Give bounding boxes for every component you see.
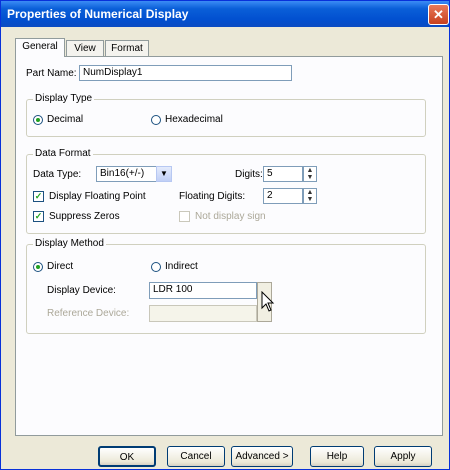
display-method-group: Display Method Direct Indirect Display D… <box>26 238 426 334</box>
hexadecimal-label: Hexadecimal <box>165 114 223 125</box>
help-button-label: Help <box>326 451 348 462</box>
tab-general-label: General <box>22 41 58 52</box>
display-device-input[interactable]: LDR 100 <box>149 282 257 299</box>
display-type-legend: Display Type <box>33 93 95 104</box>
decimal-radio[interactable] <box>33 115 43 125</box>
properties-dialog: Properties of Numerical Display ✕ Genera… <box>0 0 450 470</box>
digits-value: 5 <box>267 168 273 179</box>
digits-spin-arrows-icon[interactable]: ▲ ▼ <box>303 166 317 182</box>
apply-button[interactable]: Apply <box>374 446 432 467</box>
display-type-group: Display Type Decimal Hexadecimal <box>26 93 426 137</box>
digits-label: Digits: <box>235 169 263 180</box>
data-type-value: Bin16(+/-) <box>100 168 145 179</box>
display-device-label: Display Device: <box>47 285 116 296</box>
data-type-select[interactable]: Bin16(+/-) ▼ <box>96 166 172 182</box>
hexadecimal-radio[interactable] <box>151 115 161 125</box>
direct-radio[interactable] <box>33 262 43 272</box>
direct-label: Direct <box>47 261 74 272</box>
suppress-zeros-label: Suppress Zeros <box>49 211 120 222</box>
help-button[interactable]: Help <box>310 446 364 467</box>
close-button[interactable]: ✕ <box>428 4 449 25</box>
decimal-label: Decimal <box>47 114 84 125</box>
general-tab-panel: Part Name: NumDisplay1 Display Type Deci… <box>15 56 443 436</box>
not-display-sign-checkbox[interactable] <box>179 211 190 222</box>
part-name-value: NumDisplay1 <box>83 67 143 78</box>
indirect-radio[interactable] <box>151 262 161 272</box>
display-floating-label: Display Floating Point <box>49 191 146 202</box>
cancel-button[interactable]: Cancel <box>167 446 225 467</box>
floating-digits-spin-arrows-icon[interactable]: ▲ ▼ <box>303 188 317 204</box>
chevron-down-icon[interactable]: ▼ <box>156 166 172 182</box>
display-method-legend: Display Method <box>33 238 106 249</box>
mouse-pointer-icon <box>261 291 275 312</box>
tab-view-label: View <box>74 43 96 54</box>
display-floating-checkbox[interactable]: ✓ <box>33 191 44 202</box>
window-title: Properties of Numerical Display <box>7 7 189 21</box>
suppress-zeros-checkbox[interactable]: ✓ <box>33 211 44 222</box>
tab-format-label: Format <box>111 43 143 54</box>
tab-view[interactable]: View <box>66 40 104 57</box>
digits-input[interactable]: 5 <box>263 166 303 182</box>
tab-format[interactable]: Format <box>105 40 149 57</box>
data-type-label: Data Type: <box>33 169 82 180</box>
advanced-button[interactable]: Advanced > <box>231 446 293 467</box>
ok-button[interactable]: OK <box>98 446 156 467</box>
reference-device-label: Reference Device: <box>47 308 130 319</box>
part-name-input[interactable]: NumDisplay1 <box>79 65 292 81</box>
floating-digits-label: Floating Digits: <box>179 191 246 202</box>
cancel-button-label: Cancel <box>180 451 212 462</box>
tab-general[interactable]: General <box>15 38 65 57</box>
advanced-button-label: Advanced > <box>235 451 289 462</box>
title-bar[interactable]: Properties of Numerical Display ✕ <box>1 1 449 27</box>
data-format-group: Data Format Data Type: Bin16(+/-) ▼ Digi… <box>26 148 426 234</box>
apply-button-label: Apply <box>390 451 416 462</box>
reference-device-input[interactable] <box>149 305 257 322</box>
indirect-label: Indirect <box>165 261 198 272</box>
floating-digits-value: 2 <box>267 190 273 201</box>
floating-digits-input[interactable]: 2 <box>263 188 303 204</box>
part-name-label: Part Name: <box>26 68 77 79</box>
data-format-legend: Data Format <box>33 148 93 159</box>
ok-button-label: OK <box>119 452 135 463</box>
display-device-value: LDR 100 <box>153 284 193 295</box>
not-display-sign-label: Not display sign <box>195 211 266 222</box>
close-icon: ✕ <box>433 7 444 22</box>
